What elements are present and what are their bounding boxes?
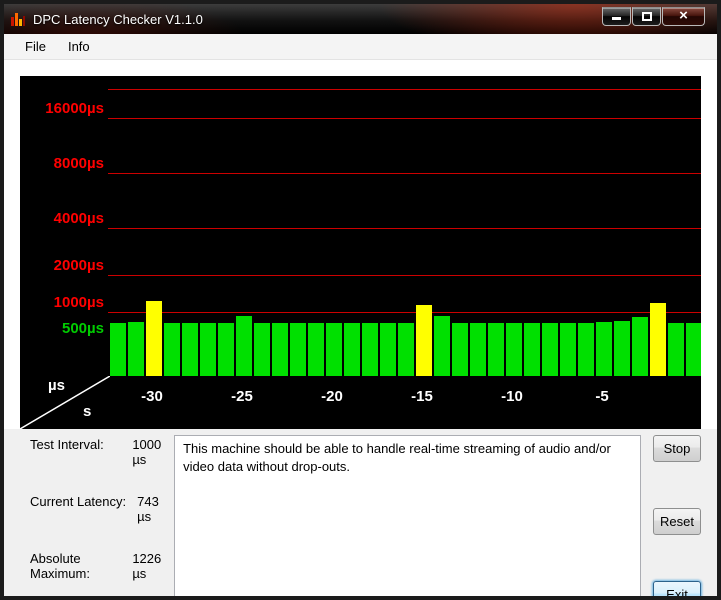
exit-button[interactable]: Exit (653, 581, 701, 596)
maximize-icon (641, 12, 652, 21)
message-box: This machine should be able to handle re… (174, 435, 641, 596)
stats-panel: Test Interval: 1000 µs Current Latency: 743… (30, 435, 174, 596)
stat-row-current-latency: Current Latency: 743 µs (30, 494, 174, 524)
menu-item-info[interactable]: Info (57, 35, 101, 58)
x-unit-label: s (83, 403, 92, 420)
stat-value: 1000 µs (132, 437, 162, 467)
stat-row-absolute-maximum: Absolute Maximum: 1226 µs (30, 551, 174, 581)
latency-bar (470, 323, 486, 376)
x-axis-label: -20 (321, 388, 343, 405)
chart-client-area: µs s 16000µs 8000µs 4000µs 2000µs 1000µs 500µ… (4, 60, 717, 429)
latency-bar (146, 301, 162, 376)
app-window: DPC Latency Checker V1.1.0 × File Info µs… (0, 0, 721, 600)
stat-value: 1226 µs (132, 551, 162, 581)
latency-bar (632, 317, 648, 376)
bottom-panel: Test Interval: 1000 µs Current Latency: 743… (4, 429, 717, 596)
latency-bar (362, 323, 378, 376)
latency-bar (434, 316, 450, 376)
x-axis-label: -10 (501, 388, 523, 405)
latency-bar (488, 323, 504, 376)
latency-bar (290, 323, 306, 376)
y-axis-label-500: 500µs (61, 320, 104, 337)
axis-corner-diagonal (20, 376, 110, 429)
close-button[interactable]: × (662, 7, 705, 26)
stat-value: 743 µs (137, 494, 159, 524)
menubar: File Info (4, 34, 717, 60)
latency-bar (416, 305, 432, 376)
latency-bar (218, 323, 234, 376)
menu-item-file[interactable]: File (14, 35, 57, 58)
latency-bar (686, 323, 701, 376)
latency-bar (506, 323, 522, 376)
latency-bar (308, 323, 324, 376)
y-axis-label-2000: 2000µs (53, 257, 104, 274)
window-title: DPC Latency Checker V1.1.0 (33, 11, 203, 27)
x-axis-label: -5 (595, 388, 609, 405)
latency-bar (182, 323, 198, 376)
latency-bar (344, 323, 360, 376)
x-axis-label: -25 (231, 388, 253, 405)
y-axis-label-1000: 1000µs (53, 294, 104, 311)
minimize-icon (612, 17, 621, 20)
stat-label: Current Latency: (30, 494, 127, 509)
gridline-1000us (108, 312, 701, 313)
button-column: Stop Reset Exit (653, 435, 701, 596)
x-axis-label: -15 (411, 388, 433, 405)
latency-bar (272, 323, 288, 376)
reset-button[interactable]: Reset (653, 508, 701, 535)
y-unit-label: µs (48, 377, 65, 394)
gridline-2000us (108, 275, 701, 276)
latency-bar (236, 316, 252, 376)
latency-bar (614, 321, 630, 376)
close-icon: × (679, 7, 688, 24)
latency-bar (668, 323, 684, 376)
latency-bar (200, 323, 216, 376)
maximize-button[interactable] (632, 7, 661, 26)
latency-bar (398, 323, 414, 376)
latency-bar (524, 323, 540, 376)
gridline-8000us (108, 173, 701, 174)
latency-bar (596, 322, 612, 376)
minimize-button[interactable] (602, 7, 631, 26)
window-controls: × (602, 7, 713, 26)
latency-bar (650, 303, 666, 376)
gridline-4000us (108, 228, 701, 229)
latency-bar (326, 323, 342, 376)
gridline-32000us (108, 89, 701, 90)
latency-bar (452, 323, 468, 376)
app-icon (10, 11, 26, 27)
latency-bar (254, 323, 270, 376)
stat-label: Absolute Maximum: (30, 551, 90, 581)
latency-bar (110, 323, 126, 376)
latency-bar (380, 323, 396, 376)
y-axis-label-16000: 16000µs (45, 100, 104, 117)
latency-bar (578, 323, 594, 376)
latency-chart: µs s 16000µs 8000µs 4000µs 2000µs 1000µs 500µ… (20, 76, 701, 429)
y-axis-label-4000: 4000µs (53, 210, 104, 227)
latency-bar (560, 323, 576, 376)
y-axis-label-8000: 8000µs (53, 155, 104, 172)
x-axis-label: -30 (141, 388, 163, 405)
stat-row-test-interval: Test Interval: 1000 µs (30, 437, 174, 467)
titlebar[interactable]: DPC Latency Checker V1.1.0 × (4, 4, 717, 34)
latency-bar (164, 323, 180, 376)
gridline-16000us (108, 118, 701, 119)
stat-label: Test Interval: (30, 437, 104, 452)
stop-button[interactable]: Stop (653, 435, 701, 462)
latency-bar (128, 322, 144, 376)
latency-bar (542, 323, 558, 376)
